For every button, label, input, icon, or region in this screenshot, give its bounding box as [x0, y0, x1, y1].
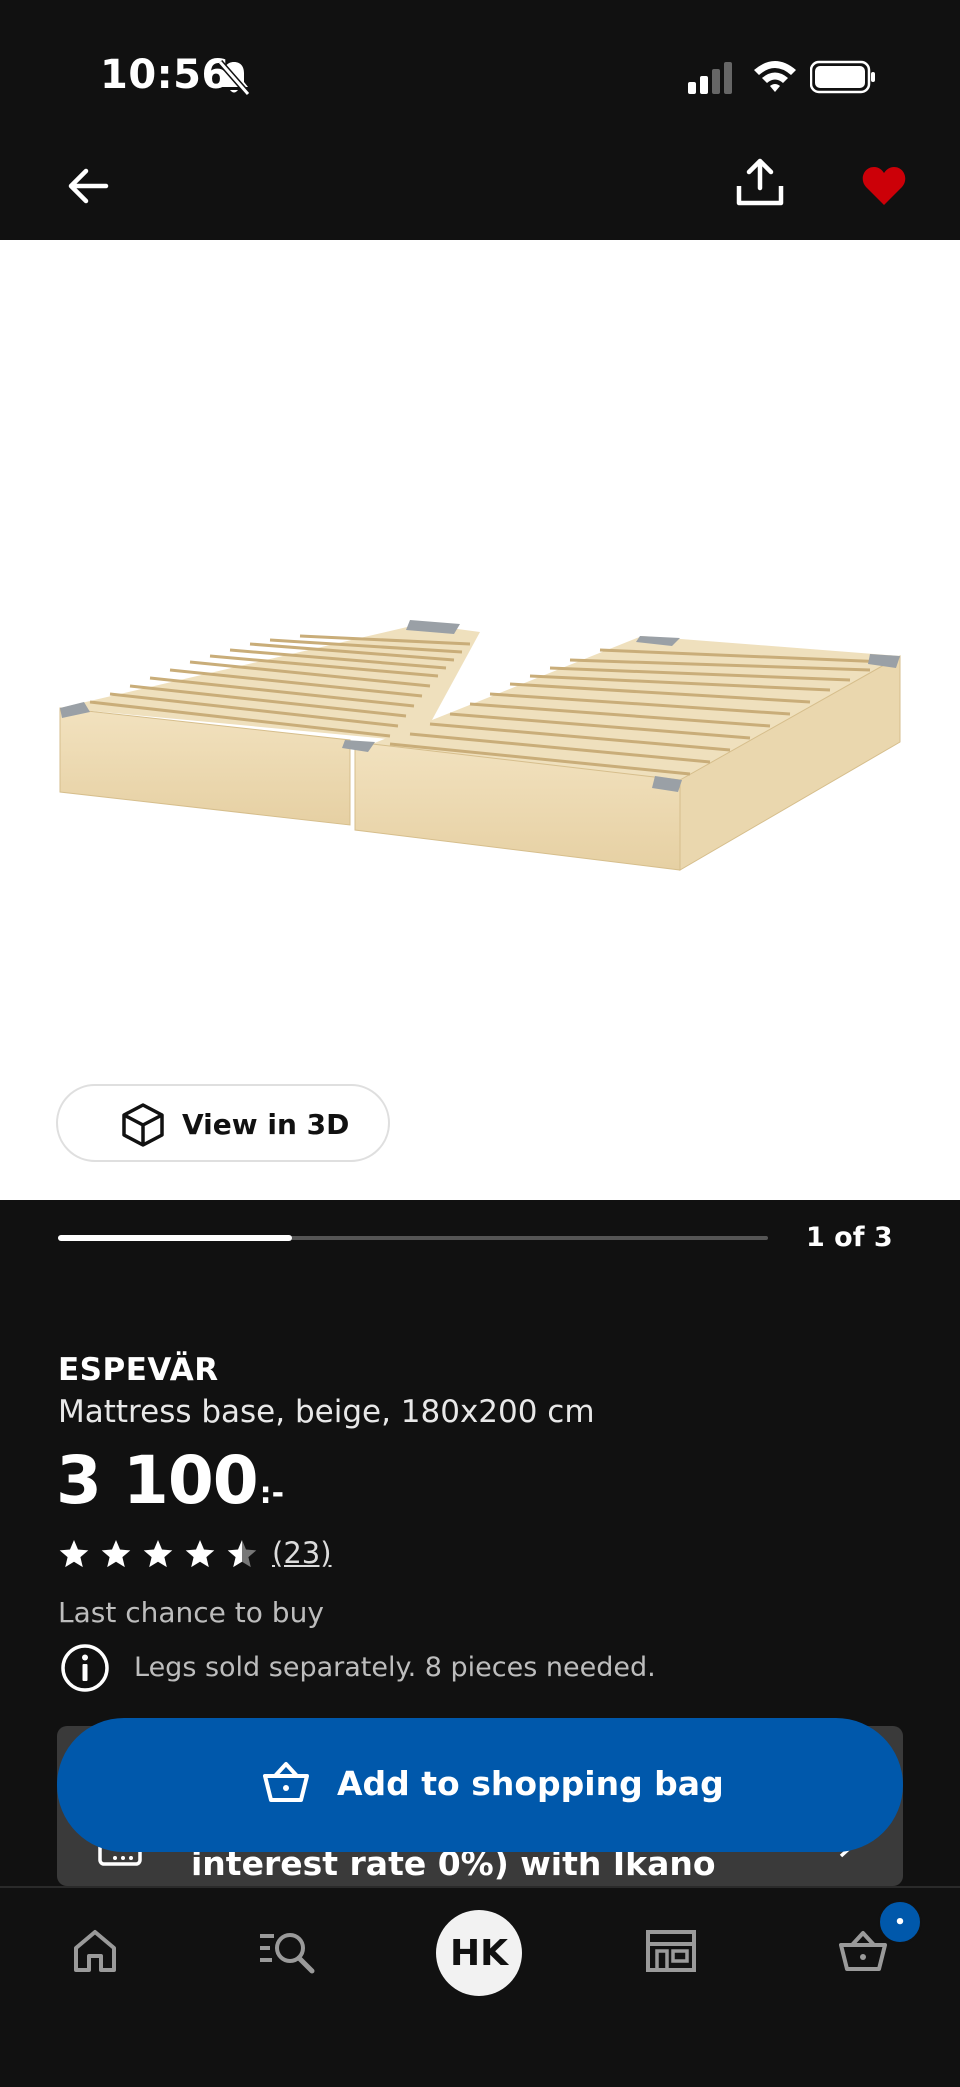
star-icon [143, 1540, 173, 1568]
product-image-mattress-base [59, 620, 901, 871]
star-icon [101, 1540, 131, 1568]
price-value: 3 100 [56, 1442, 259, 1519]
availability-text: Last chance to buy [58, 1596, 324, 1629]
product-name: ESPEVÄR [58, 1352, 219, 1388]
favorite-button[interactable] [854, 156, 914, 216]
shopping-bag-icon [263, 1762, 309, 1802]
status-time: 10:56 [100, 52, 230, 98]
info-icon [61, 1644, 109, 1692]
share-button[interactable] [728, 150, 792, 214]
product-description: Mattress base, beige, 180x200 cm [58, 1394, 595, 1430]
product-gallery[interactable]: View in 3D [0, 240, 960, 1200]
top-app-bar [0, 150, 960, 240]
bottom-navigation: HK • [0, 1886, 960, 2087]
cart-badge: • [878, 1900, 922, 1944]
wifi-icon [754, 61, 796, 92]
star-icon [227, 1540, 257, 1568]
cart-badge-dot: • [894, 1911, 906, 1933]
add-to-bag-button[interactable]: Add to shopping bag [57, 1718, 903, 1852]
bell-off-icon [217, 60, 251, 96]
nav-search[interactable] [252, 1916, 322, 1986]
star-icon [185, 1540, 215, 1568]
arrow-left-icon [68, 168, 109, 204]
back-button[interactable] [60, 158, 116, 214]
gallery-progress [58, 1235, 768, 1241]
reviews-link[interactable]: (23) [272, 1536, 332, 1570]
heart-icon [862, 167, 906, 205]
product-price: 3 100 :- [56, 1442, 284, 1519]
store-icon [646, 1930, 696, 1972]
add-to-bag-label: Add to shopping bag [337, 1764, 724, 1803]
cube-icon [122, 1103, 164, 1147]
signal-icon [688, 62, 732, 94]
view-in-3d-label: View in 3D [182, 1108, 350, 1141]
home-icon [74, 1930, 116, 1972]
profile-initials: HK [449, 1932, 509, 1974]
rating-stars [59, 1540, 257, 1568]
nav-store[interactable] [636, 1916, 706, 1986]
gallery-progress-fill [58, 1235, 293, 1241]
nav-profile[interactable]: HK [436, 1910, 522, 1996]
cart-icon [839, 1931, 887, 1971]
view-in-3d-button[interactable]: View in 3D [56, 1084, 390, 1162]
battery-icon [810, 60, 875, 94]
nav-home[interactable] [60, 1916, 130, 1986]
price-suffix: :- [259, 1476, 285, 1511]
status-bar: 10:56 [0, 0, 960, 150]
gallery-page-counter: 1 of 3 [806, 1222, 893, 1253]
share-icon [736, 158, 784, 206]
search-icon [260, 1933, 315, 1974]
star-icon [59, 1540, 89, 1568]
legs-note: Legs sold separately. 8 pieces needed. [134, 1652, 656, 1683]
